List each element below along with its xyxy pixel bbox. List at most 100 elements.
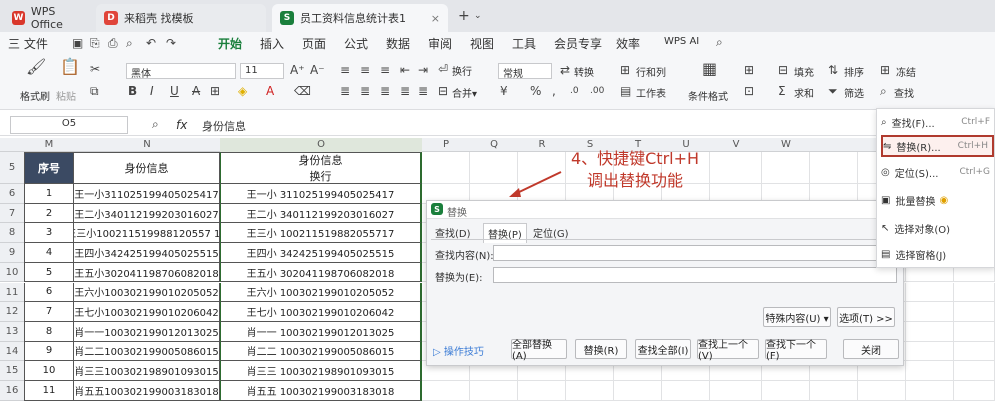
empty-cell[interactable] (518, 381, 566, 401)
merge-icon[interactable]: ⊟ (438, 84, 448, 98)
table-cell[interactable]: 王五小 302041198706082018 (220, 262, 422, 283)
replace-input[interactable] (493, 267, 897, 283)
cut-icon[interactable]: ✂ (90, 62, 100, 76)
row-header[interactable]: 16 (0, 381, 24, 401)
bold-icon[interactable]: B (128, 84, 137, 98)
strikethrough-icon[interactable]: A (192, 84, 200, 98)
col-header[interactable]: Q (470, 138, 518, 152)
table-cell[interactable]: 7 (24, 302, 74, 322)
table-cell[interactable]: 王一小 311025199405025417 (220, 184, 422, 204)
print-icon[interactable]: ⎙ (108, 36, 118, 50)
clear-format-icon[interactable]: ⌫ (294, 84, 311, 98)
distribute-icon[interactable]: ≣ (418, 84, 428, 98)
table-cell[interactable]: 3 (24, 223, 74, 244)
format-painter-icon[interactable]: 🖌 (26, 59, 46, 75)
wrap-icon[interactable]: ⏎ (438, 62, 448, 76)
empty-cell[interactable] (614, 381, 662, 401)
increase-decimal-icon[interactable]: .0 (570, 84, 579, 98)
table-cell[interactable]: 4 (24, 243, 74, 263)
replace-all-button[interactable]: 全部替换(A) (511, 339, 567, 362)
fx-icon[interactable]: fx (176, 118, 187, 132)
row-header[interactable]: 14 (0, 341, 24, 362)
cond-format-icon[interactable]: ▦ (702, 61, 717, 77)
table-cell[interactable]: 6 (24, 282, 74, 303)
menu-page[interactable]: 页面 (302, 35, 326, 52)
menu-review[interactable]: 审阅 (428, 35, 452, 52)
table-cell[interactable]: 肖一一100302199012013025 (74, 321, 220, 342)
freeze-icon[interactable]: ⊞ (880, 63, 890, 77)
replace-button[interactable]: 替换(R) (575, 339, 627, 359)
header-cell[interactable]: 序号 (24, 152, 74, 184)
underline-icon[interactable]: U (170, 84, 179, 98)
font-grow-icon[interactable]: A⁺ (290, 63, 305, 77)
align-left-icon[interactable]: ≣ (340, 84, 350, 98)
menu-home[interactable]: 开始 (218, 35, 243, 56)
format-painter-label[interactable]: 格式刷 (20, 88, 50, 103)
italic-icon[interactable]: I (150, 84, 154, 98)
dialog-tab-replace[interactable]: 替换(P) (483, 223, 527, 243)
empty-cell[interactable] (762, 381, 810, 401)
row-header[interactable]: 7 (0, 203, 24, 224)
table-cell[interactable]: 肖五五 100302199003183018 (220, 381, 422, 401)
table-cell[interactable]: 王四小342425199405025515 (74, 243, 220, 263)
table-cell[interactable]: 王三小 100211519882055717 (220, 223, 422, 244)
row-header[interactable]: 13 (0, 321, 24, 342)
menu-data[interactable]: 数据 (386, 35, 410, 52)
formula-input[interactable]: 身份信息 (202, 118, 246, 134)
empty-cell[interactable] (422, 381, 470, 401)
table-cell[interactable]: 王二小 340112199203016027 (220, 203, 422, 224)
row-header[interactable]: 11 (0, 282, 24, 303)
align-top-icon[interactable]: ≡ (340, 63, 350, 77)
redo-icon[interactable]: ↷ (166, 36, 176, 50)
fill-icon[interactable]: ⊟ (778, 63, 788, 77)
row-header[interactable]: 9 (0, 243, 24, 263)
empty-cell[interactable] (954, 282, 995, 303)
menu-tools[interactable]: 工具 (512, 35, 536, 52)
search-icon[interactable]: ⌕ (716, 35, 723, 49)
row-header[interactable]: 8 (0, 223, 24, 244)
align-middle-icon[interactable]: ≡ (360, 63, 370, 77)
empty-cell[interactable] (954, 321, 995, 342)
table-cell[interactable]: 王四小 342425199405025515 (220, 243, 422, 263)
tab-templates[interactable]: D 来稻壳 找模板 (96, 4, 266, 32)
table-cell[interactable]: 王五小302041198706082018 (74, 262, 220, 283)
copy-icon[interactable]: ⧉ (90, 84, 99, 98)
table-style-icon[interactable]: ⊞ (744, 63, 754, 77)
find-previous-button[interactable]: 查找上一个(V) (697, 339, 759, 362)
empty-cell[interactable] (906, 282, 954, 303)
font-color-icon[interactable]: A (266, 84, 274, 98)
table-cell[interactable]: 王七小100302199010206042 (74, 302, 220, 322)
col-header[interactable]: O (220, 138, 422, 152)
empty-cell[interactable] (954, 381, 995, 401)
paste-label[interactable]: 粘贴 (56, 88, 76, 103)
font-select[interactable]: 黑体 (126, 63, 236, 80)
empty-cell[interactable] (906, 321, 954, 342)
tab-spreadsheet[interactable]: S 员工资料信息统计表1 × (272, 4, 448, 32)
merge-label[interactable]: 合并▾ (452, 85, 477, 100)
table-cell[interactable]: 王六小 100302199010205052 (220, 282, 422, 303)
table-cell[interactable]: 王二小340112199203016027 (74, 203, 220, 224)
empty-cell[interactable] (906, 381, 954, 401)
zoom-icon[interactable]: ⌕ (152, 117, 159, 131)
menu-efficiency[interactable]: 效率 (616, 35, 640, 52)
fill-color-icon[interactable]: ◈ (238, 84, 247, 98)
align-center-icon[interactable]: ≣ (360, 84, 370, 98)
menu-item-goto[interactable]: ◎ 定位(S)... Ctrl+G (881, 161, 994, 183)
tips-link[interactable]: ▷ 操作技巧 (433, 343, 484, 358)
number-format-select[interactable]: 常规 (498, 63, 552, 80)
table-cell[interactable]: 王六小100302199010205052 (74, 282, 220, 303)
table-cell[interactable]: 王一小311025199405025417 (74, 184, 220, 204)
table-cell[interactable]: 王三小100211519988120557 17 (74, 223, 220, 244)
preview-icon[interactable]: ⌕ (126, 36, 133, 50)
col-header[interactable]: N (74, 138, 220, 152)
wrap-label[interactable]: 换行 (452, 63, 472, 78)
worksheet-label[interactable]: 工作表 (636, 85, 666, 100)
sort-icon[interactable]: ⇅ (828, 63, 838, 77)
empty-cell[interactable] (422, 152, 470, 184)
menu-insert[interactable]: 插入 (260, 35, 284, 52)
paste-icon[interactable]: 📋 (60, 59, 80, 75)
empty-cell[interactable] (470, 381, 518, 401)
table-cell[interactable]: 10 (24, 361, 74, 381)
currency-icon[interactable]: ¥ (500, 84, 508, 98)
filter-icon[interactable]: ⏷ (828, 84, 838, 98)
